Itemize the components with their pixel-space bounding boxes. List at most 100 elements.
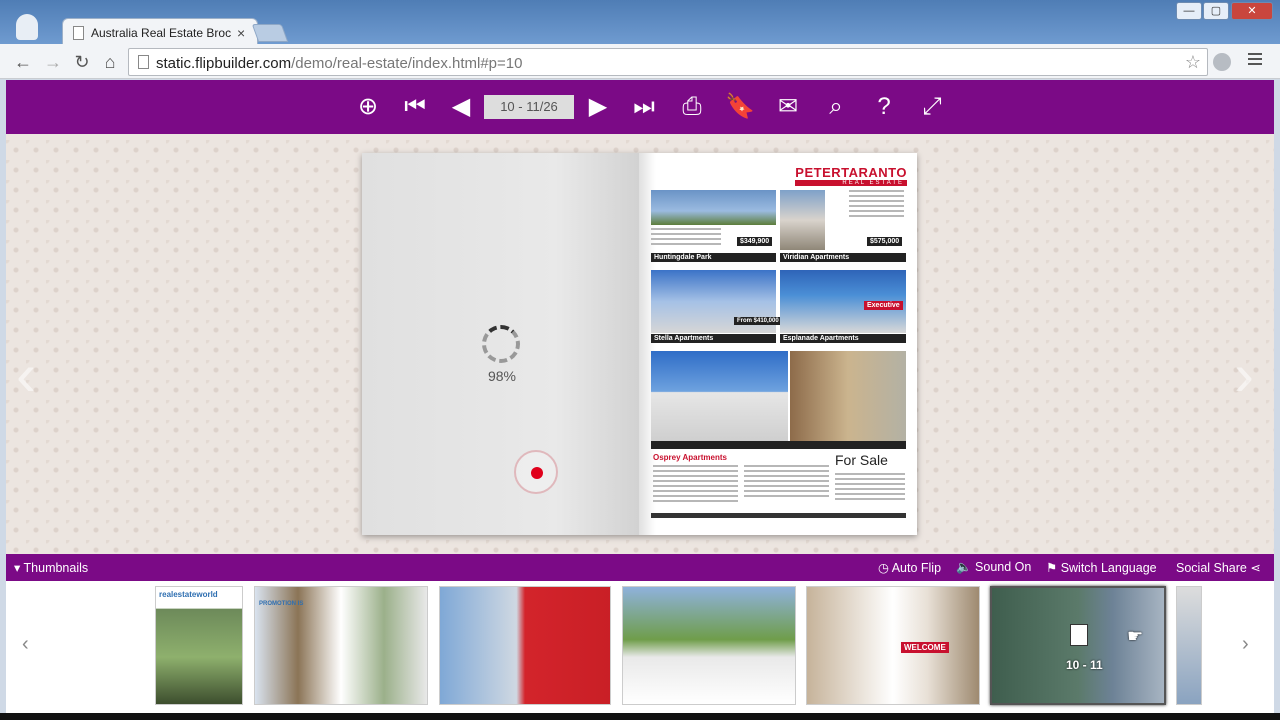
bookmark-icon[interactable]: 🔖	[725, 92, 755, 122]
interior-photos	[790, 351, 906, 441]
close-window-button[interactable]: ✕	[1231, 2, 1273, 20]
page-icon	[1070, 624, 1088, 646]
listing-name: Esplanade Apartments	[780, 334, 906, 343]
email-icon[interactable]: ✉	[773, 92, 803, 122]
first-page-icon[interactable]: ⏮	[400, 92, 430, 122]
listing-price: $349,900	[737, 237, 773, 246]
loading-progress: 98%	[487, 368, 517, 384]
feature-title: Osprey Apartments	[653, 453, 727, 462]
thumbnail-page-active[interactable]: 10 - 11 ☛	[990, 586, 1166, 705]
auto-flip-label: Auto Flip	[891, 561, 942, 575]
url-host: static.flipbuilder.com	[156, 55, 292, 72]
speaker-icon: 🔈	[956, 560, 976, 574]
feature-text	[653, 465, 738, 505]
feature-caption	[651, 441, 906, 449]
thumbnail-title: WELCOME	[901, 642, 949, 653]
browser-toolbar: ← → ↻ ⌂ static.flipbuilder.com/demo/real…	[0, 44, 1280, 79]
for-sale-details	[835, 473, 905, 503]
new-tab-button[interactable]	[251, 24, 289, 42]
maximize-button[interactable]: ▢	[1203, 2, 1229, 20]
right-page: PETERTARANTO REAL ESTATE $349,900 Huntin…	[639, 153, 917, 535]
active-thumbnail-label: 10 - 11	[1066, 658, 1103, 672]
sound-label: Sound On	[975, 560, 1032, 574]
listing-price: From $410,000	[734, 317, 782, 325]
page-footer-bar	[651, 513, 906, 518]
zoom-in-icon[interactable]: ⊕	[353, 92, 383, 122]
thumbnail-page[interactable]: WELCOME	[806, 586, 980, 705]
print-icon[interactable]: ⎙	[677, 92, 707, 122]
listing-text	[849, 190, 904, 220]
flag-icon: ⚑	[1046, 561, 1061, 575]
record-indicator-icon	[514, 450, 558, 494]
extension-globe-icon[interactable]	[1213, 53, 1231, 71]
listing-name: Viridian Apartments	[780, 253, 906, 262]
listing-photo	[780, 190, 825, 250]
thumbnail-page[interactable]	[622, 586, 796, 705]
page-number-field[interactable]: 10 - 11/26	[484, 95, 574, 119]
flipbook-stage: ⊕ ⏮ ◀ 10 - 11/26 ▶ ⏭ ⎙ 🔖 ✉ ⌕ ? ⤢ ‹ › 98%…	[6, 80, 1274, 713]
search-icon[interactable]: ⌕	[821, 92, 851, 122]
thumbnail-page[interactable]: realestateworld	[155, 586, 243, 705]
listing-name: Stella Apartments	[651, 334, 776, 343]
browser-menu-icon[interactable]	[1248, 53, 1262, 68]
executive-badge: Executive	[864, 301, 903, 310]
switch-language-button[interactable]: ⚑ Switch Language	[1046, 560, 1157, 575]
thumbnail-page[interactable]	[439, 586, 611, 705]
switch-language-label: Switch Language	[1060, 561, 1157, 575]
loading-spinner-icon	[482, 325, 520, 363]
hand-cursor-icon: ☛	[1127, 626, 1144, 646]
page-icon	[73, 25, 84, 40]
thumbnail-brand: realestateworld	[159, 590, 218, 599]
url-text: static.flipbuilder.com/demo/real-estate/…	[156, 55, 522, 72]
listing-photo	[651, 190, 776, 225]
thumbnail-page[interactable]	[1176, 586, 1202, 705]
listing-text	[651, 228, 721, 248]
next-page-icon[interactable]: ▶	[583, 92, 613, 122]
page-info-icon	[138, 55, 149, 69]
thumbnail-title: PROMOTION IS	[259, 601, 304, 607]
help-icon[interactable]: ?	[869, 92, 899, 122]
forward-arrow-icon[interactable]: →	[41, 50, 65, 74]
bookmark-star-icon[interactable]: ☆	[1185, 52, 1201, 73]
tab-close-icon[interactable]: ×	[237, 25, 245, 41]
social-share-button[interactable]: Social Share ⋖	[1176, 560, 1261, 575]
reload-icon[interactable]: ↻	[70, 50, 94, 74]
previous-page-icon[interactable]: ◀	[446, 92, 476, 122]
flip-left-arrow-icon[interactable]: ‹	[16, 340, 36, 409]
listing-name: Huntingdale Park	[651, 253, 776, 262]
left-page-loading: 98%	[362, 153, 639, 535]
feature-text	[744, 465, 829, 500]
flipbook-toolbar: ⊕ ⏮ ◀ 10 - 11/26 ▶ ⏭ ⎙ 🔖 ✉ ⌕ ? ⤢	[6, 80, 1274, 134]
window-titlebar: Australia Real Estate Broch × — ▢ ✕	[0, 0, 1280, 46]
clock-icon: ◷	[878, 561, 892, 575]
thumbnails-next-arrow-icon[interactable]: ›	[1242, 633, 1249, 656]
thumbnail-page[interactable]: PROMOTION IS	[254, 586, 428, 705]
tab-title: Australia Real Estate Broch	[91, 25, 231, 40]
flip-right-arrow-icon[interactable]: ›	[1234, 340, 1254, 409]
listing-price: $575,000	[867, 237, 903, 246]
back-arrow-icon[interactable]: ←	[11, 50, 35, 74]
auto-flip-button[interactable]: ◷ Auto Flip	[878, 560, 941, 575]
for-sale-heading: For Sale	[835, 452, 888, 468]
brand-logo: PETERTARANTO REAL ESTATE	[795, 165, 907, 186]
profile-avatar-icon[interactable]	[16, 14, 38, 40]
book-spread[interactable]: 98% PETERTARANTO REAL ESTATE $349,900 Hu…	[362, 153, 917, 535]
brand-name: PETERTARANTO	[795, 165, 907, 180]
thumbnails-label: Thumbnails	[23, 561, 89, 575]
share-icon: ⋖	[1246, 561, 1261, 575]
chevron-down-icon: ▾	[14, 561, 24, 575]
brand-subtitle: REAL ESTATE	[795, 180, 907, 186]
last-page-icon[interactable]: ⏭	[629, 92, 659, 122]
bottom-edge	[0, 713, 1280, 720]
thumbnail-strip: ‹ realestateworld PROMOTION IS WELCOME 1…	[6, 581, 1274, 713]
fullscreen-icon[interactable]: ⤢	[917, 92, 947, 122]
minimize-button[interactable]: —	[1176, 2, 1202, 20]
address-bar[interactable]: static.flipbuilder.com/demo/real-estate/…	[128, 48, 1208, 76]
thumbnails-toggle[interactable]: ▾ Thumbnails	[14, 560, 88, 575]
social-share-label: Social Share	[1176, 561, 1247, 575]
feature-photo	[651, 351, 788, 441]
home-icon[interactable]: ⌂	[98, 50, 122, 74]
thumbnails-prev-arrow-icon[interactable]: ‹	[22, 633, 29, 656]
sound-button[interactable]: 🔈 Sound On	[956, 560, 1031, 575]
browser-tab[interactable]: Australia Real Estate Broch ×	[62, 18, 258, 46]
